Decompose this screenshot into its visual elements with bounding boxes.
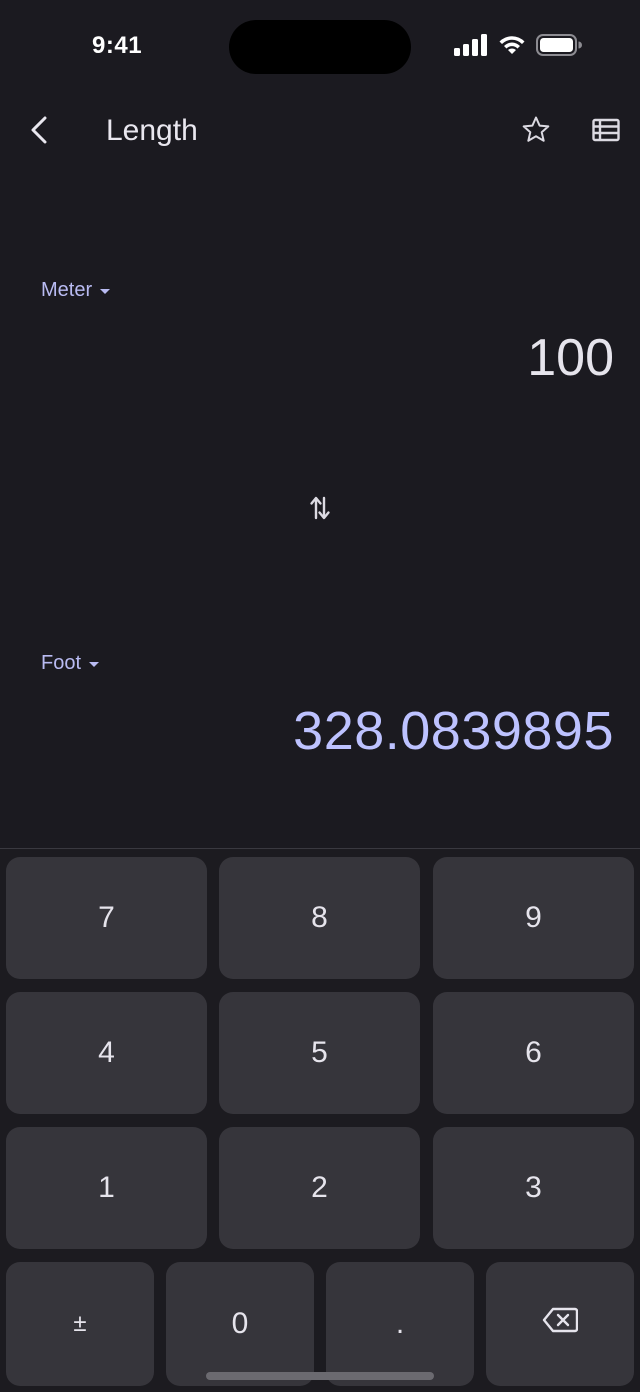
from-value-display[interactable]: 100: [527, 328, 614, 388]
key-4[interactable]: 4: [6, 992, 207, 1114]
key-decimal[interactable]: .: [326, 1262, 474, 1386]
table-view-button[interactable]: [584, 110, 628, 154]
key-9[interactable]: 9: [433, 857, 634, 979]
status-bar: 9:41: [0, 0, 640, 96]
key-1[interactable]: 1: [6, 1127, 207, 1249]
status-icons: [454, 34, 582, 61]
key-3[interactable]: 3: [433, 1127, 634, 1249]
wifi-icon: [498, 34, 526, 61]
status-time: 9:41: [92, 32, 143, 59]
backspace-button[interactable]: [486, 1262, 634, 1386]
page-title: Length: [106, 114, 198, 147]
caret-down-icon: [100, 289, 111, 294]
key-6[interactable]: 6: [433, 992, 634, 1114]
to-unit-label: Foot: [41, 652, 82, 674]
back-button[interactable]: [18, 110, 62, 154]
keypad: 7 8 9 4 5 6 1 2 3 ± 0 .: [0, 848, 640, 1392]
cellular-signal-icon: [454, 34, 488, 61]
from-unit-label: Meter: [41, 279, 93, 301]
to-value-display[interactable]: 328.0839895: [293, 700, 614, 762]
backspace-icon: [542, 1307, 579, 1341]
top-app-bar: Length: [0, 96, 640, 168]
swap-units-button[interactable]: [300, 490, 340, 530]
key-plus-minus[interactable]: ±: [6, 1262, 154, 1386]
key-8[interactable]: 8: [219, 857, 420, 979]
battery-icon: [536, 34, 582, 61]
chevron-left-icon: [28, 115, 52, 150]
favorite-button[interactable]: [514, 110, 558, 154]
swap-vertical-icon: [308, 494, 332, 527]
key-7[interactable]: 7: [6, 857, 207, 979]
table-list-icon: [592, 118, 620, 147]
dynamic-island: [229, 20, 411, 74]
home-indicator: [206, 1372, 434, 1380]
key-2[interactable]: 2: [219, 1127, 420, 1249]
star-outline-icon: [521, 115, 551, 150]
key-5[interactable]: 5: [219, 992, 420, 1114]
from-unit-dropdown[interactable]: Meter: [41, 279, 111, 302]
to-unit-dropdown[interactable]: Foot: [41, 652, 100, 675]
key-0[interactable]: 0: [166, 1262, 314, 1386]
caret-down-icon: [89, 662, 100, 667]
